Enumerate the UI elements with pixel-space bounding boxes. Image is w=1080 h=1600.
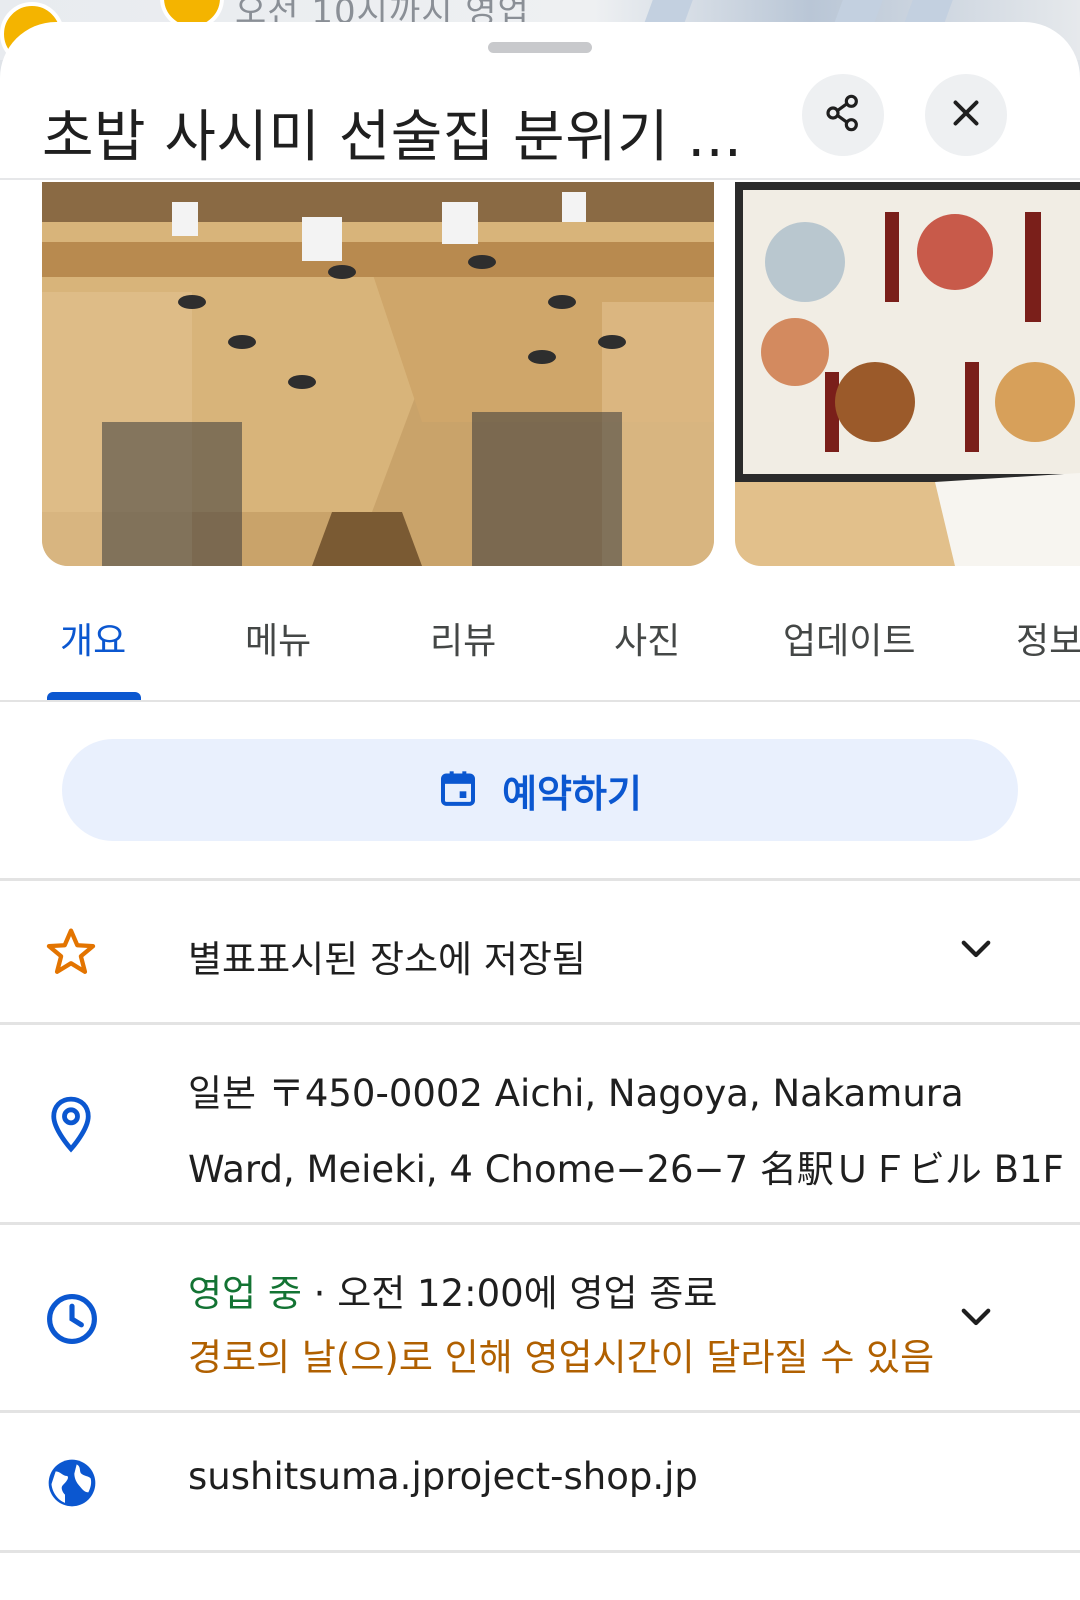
hours-row[interactable]: 영업 중 · 오전 12:00에 영업 종료 경로의 날(으)로 인해 영업시간… xyxy=(0,1225,1080,1409)
menu-board-photo[interactable] xyxy=(735,182,1080,566)
calendar-icon xyxy=(438,767,478,813)
chevron-down-icon[interactable] xyxy=(955,927,997,973)
website-row[interactable]: sushitsuma.jproject-shop.jp xyxy=(0,1413,1080,1553)
website-link[interactable]: sushitsuma.jproject-shop.jp xyxy=(188,1455,698,1498)
closing-time: 오전 12:00에 영업 종료 xyxy=(337,1272,718,1315)
saved-label: 별표표시된 장소에 저장됨 xyxy=(188,938,586,981)
hours-separator: · xyxy=(301,1272,338,1315)
saved-row[interactable]: 별표표시된 장소에 저장됨 xyxy=(0,881,1080,1023)
address-row[interactable]: 일본 〒450-0002 Aichi, Nagoya, Nakamura War… xyxy=(0,1025,1080,1221)
photo-carousel[interactable] xyxy=(0,182,1080,566)
tab-reviews[interactable]: 리뷰 xyxy=(430,612,496,664)
share-button[interactable] xyxy=(802,74,884,156)
place-title: 초밥 사시미 선술집 분위기 ... xyxy=(42,105,743,170)
drag-handle[interactable] xyxy=(488,42,592,53)
interior-photo[interactable] xyxy=(42,182,714,566)
active-tab-indicator xyxy=(47,692,141,700)
open-status: 영업 중 xyxy=(188,1272,302,1315)
reserve-label: 예약하기 xyxy=(502,771,642,816)
tab-info[interactable]: 정보 xyxy=(1016,612,1080,664)
address-line-2: Ward, Meieki, 4 Chome−26−7 名駅ＵＦビル B1F xyxy=(188,1148,1064,1191)
star-icon xyxy=(44,925,98,983)
address-line-1: 일본 〒450-0002 Aichi, Nagoya, Nakamura xyxy=(188,1072,964,1115)
close-button[interactable] xyxy=(925,74,1007,156)
tab-bar: 개요 메뉴 리뷰 사진 업데이트 정보 xyxy=(0,580,1080,702)
hours-summary: 영업 중 · 오전 12:00에 영업 종료 xyxy=(188,1263,717,1317)
location-pin-icon xyxy=(48,1095,94,1157)
reserve-button[interactable]: 예약하기 xyxy=(62,739,1018,841)
globe-icon xyxy=(44,1455,100,1515)
place-sheet: 초밥 사시미 선술집 분위기 ... 개요 메뉴 리뷰 사진 업데이트 정보 예… xyxy=(0,22,1080,1600)
share-icon xyxy=(823,93,863,137)
section-divider xyxy=(0,1550,1080,1553)
tab-menu[interactable]: 메뉴 xyxy=(245,612,311,664)
tab-updates[interactable]: 업데이트 xyxy=(783,612,915,664)
clock-icon xyxy=(44,1291,100,1351)
tab-overview[interactable]: 개요 xyxy=(60,612,126,664)
chevron-down-icon[interactable] xyxy=(955,1295,997,1341)
tab-photos[interactable]: 사진 xyxy=(614,612,680,664)
close-icon xyxy=(948,95,984,135)
tabs-divider xyxy=(0,700,1080,702)
holiday-notice: 경로의 날(으)로 인해 영업시간이 달라질 수 있음 xyxy=(188,1336,935,1379)
header-divider xyxy=(0,178,1080,180)
